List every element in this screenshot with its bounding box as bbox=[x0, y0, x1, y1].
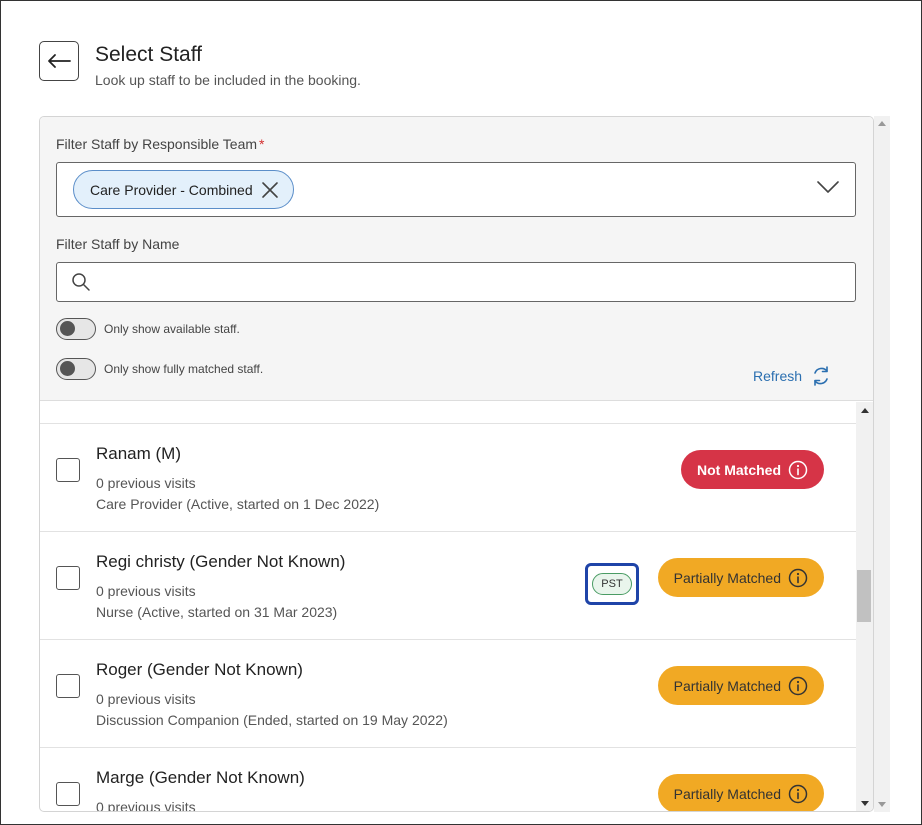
team-filter-label: Filter Staff by Responsible Team * bbox=[56, 136, 264, 152]
scroll-down-icon[interactable] bbox=[861, 801, 869, 806]
staff-role: Discussion Companion (Ended, started on … bbox=[96, 712, 448, 728]
staff-checkbox[interactable] bbox=[56, 674, 80, 698]
staff-row: Roger (Gender Not Known) 0 previous visi… bbox=[40, 640, 856, 748]
team-chip: Care Provider - Combined bbox=[73, 170, 294, 209]
refresh-label: Refresh bbox=[753, 368, 803, 384]
staff-checkbox[interactable] bbox=[56, 782, 80, 806]
toggle-matched[interactable] bbox=[56, 358, 96, 380]
match-status-badge[interactable]: Not Matched bbox=[681, 450, 824, 489]
staff-name: Roger (Gender Not Known) bbox=[96, 660, 303, 679]
scroll-up-icon[interactable] bbox=[861, 408, 869, 413]
staff-checkbox[interactable] bbox=[56, 458, 80, 482]
staff-role: Care Provider (Active, started on 1 Dec … bbox=[96, 496, 380, 512]
refresh-button[interactable]: Refresh bbox=[753, 365, 832, 387]
match-status-label: Not Matched bbox=[697, 461, 781, 478]
scroll-down-icon[interactable] bbox=[878, 802, 886, 807]
staff-visits: 0 previous visits bbox=[96, 583, 196, 599]
staff-row: Regi christy (Gender Not Known) 0 previo… bbox=[40, 532, 856, 640]
staff-checkbox[interactable] bbox=[56, 566, 80, 590]
list-scrollbar[interactable] bbox=[856, 402, 873, 811]
back-arrow-icon bbox=[48, 54, 71, 68]
toggle-available-row: Only show available staff. bbox=[56, 318, 240, 340]
match-status-badge[interactable]: Partially Matched bbox=[657, 558, 824, 597]
staff-visits: 0 previous visits bbox=[96, 475, 196, 491]
staff-row: Ranam (M) 0 previous visits Care Provide… bbox=[40, 424, 856, 532]
staff-name: Regi christy (Gender Not Known) bbox=[96, 552, 346, 571]
staff-panel: Filter Staff by Responsible Team * Care P… bbox=[39, 116, 874, 812]
team-select[interactable]: Care Provider - Combined bbox=[56, 162, 856, 217]
highlight-box: PST bbox=[585, 563, 639, 605]
team-chip-label: Care Provider - Combined bbox=[90, 181, 253, 198]
staff-visits: 0 previous visits bbox=[96, 799, 196, 812]
name-search-box bbox=[56, 262, 856, 302]
staff-name: Marge (Gender Not Known) bbox=[96, 768, 305, 787]
scrollbar-thumb[interactable] bbox=[857, 570, 871, 622]
staff-row: Marge (Gender Not Known) 0 previous visi… bbox=[40, 748, 856, 812]
refresh-icon bbox=[814, 366, 828, 386]
filters-section: Filter Staff by Responsible Team * Care P… bbox=[40, 117, 873, 401]
toggle-available[interactable] bbox=[56, 318, 96, 340]
info-icon bbox=[788, 676, 808, 696]
toggle-matched-row: Only show fully matched staff. bbox=[56, 358, 263, 380]
match-status-badge[interactable]: Partially Matched bbox=[657, 666, 824, 705]
info-icon bbox=[788, 568, 808, 588]
page-title: Select Staff bbox=[95, 43, 203, 66]
name-filter-label: Filter Staff by Name bbox=[56, 236, 180, 252]
match-status-label: Partially Matched bbox=[673, 677, 781, 694]
page-scrollbar[interactable] bbox=[874, 116, 890, 812]
scroll-up-icon[interactable] bbox=[878, 121, 886, 126]
match-status-badge[interactable]: Partially Matched bbox=[657, 774, 824, 811]
list-item-clipped bbox=[40, 402, 856, 424]
match-status-label: Partially Matched bbox=[673, 569, 781, 586]
search-icon bbox=[71, 272, 91, 297]
staff-list: Ranam (M) 0 previous visits Care Provide… bbox=[40, 402, 856, 812]
info-icon bbox=[788, 460, 808, 480]
name-search-input[interactable] bbox=[101, 269, 841, 295]
chevron-down-icon[interactable] bbox=[817, 180, 839, 199]
staff-name: Ranam (M) bbox=[96, 444, 182, 463]
match-status-label: Partially Matched bbox=[673, 785, 781, 802]
toggle-available-label: Only show available staff. bbox=[104, 322, 240, 336]
staff-role: Nurse (Active, started on 31 Mar 2023) bbox=[96, 604, 338, 620]
info-icon bbox=[788, 784, 808, 804]
toggle-matched-label: Only show fully matched staff. bbox=[104, 362, 264, 376]
team-filter-label-text: Filter Staff by Responsible Team bbox=[56, 136, 258, 152]
required-mark: * bbox=[259, 136, 265, 152]
staff-visits: 0 previous visits bbox=[96, 691, 196, 707]
back-button[interactable] bbox=[39, 41, 79, 81]
qualification-tag: PST bbox=[592, 573, 632, 595]
page-subtitle: Look up staff to be included in the book… bbox=[95, 72, 361, 88]
close-icon[interactable] bbox=[261, 181, 279, 199]
